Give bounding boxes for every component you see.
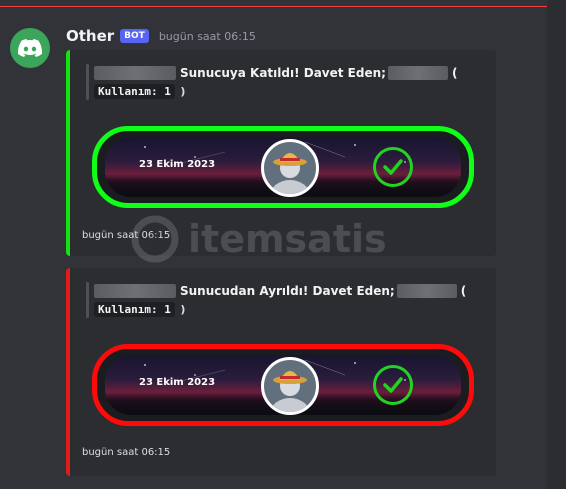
usage-code: Kullanım: 1 <box>94 84 175 99</box>
banner-date: 23 Ekim 2023 <box>139 377 216 388</box>
check-circle-icon <box>373 365 413 405</box>
welcome-banner[interactable]: 23 Ekim 2023 <box>92 126 474 208</box>
scrollbar-track[interactable] <box>547 0 566 489</box>
embed-footer: bugün saat 06:15 <box>82 230 171 241</box>
discord-logo-icon <box>18 39 42 57</box>
description-text: Sunucudan Ayrıldı! Davet Eden; <box>180 284 395 298</box>
profile-picture <box>261 139 319 197</box>
quote-bar <box>86 64 89 100</box>
embed-description: Sunucudan Ayrıldı! Davet Eden; ( <box>94 284 466 298</box>
bot-tag: BOT <box>120 29 149 43</box>
check-circle-icon <box>373 147 413 187</box>
paren-open: ( <box>460 284 467 298</box>
embed-description: Sunucuya Katıldı! Davet Eden; ( <box>94 66 457 80</box>
message-timestamp[interactable]: bugün saat 06:15 <box>159 30 256 43</box>
paren-open: ( <box>451 66 458 80</box>
profile-picture <box>261 357 319 415</box>
description-text: Sunucuya Katıldı! Davet Eden; <box>180 66 386 80</box>
strawhat-avatar-icon <box>270 153 310 194</box>
username[interactable]: Other <box>66 27 114 45</box>
redacted-member <box>94 66 176 80</box>
redacted-inviter <box>396 284 457 298</box>
embed-leave: Sunucudan Ayrıldı! Davet Eden; ( Kullanı… <box>66 268 496 476</box>
embed-join: Sunucuya Katıldı! Davet Eden; ( Kullanım… <box>66 50 496 256</box>
message-header: Other BOT bugün saat 06:15 <box>66 26 256 46</box>
quote-bar <box>86 282 89 318</box>
banner-background: 23 Ekim 2023 <box>105 355 461 415</box>
redacted-inviter <box>387 66 448 80</box>
embed-footer: bugün saat 06:15 <box>82 447 171 458</box>
farewell-banner[interactable]: 23 Ekim 2023 <box>92 344 474 426</box>
bot-avatar[interactable] <box>10 28 50 68</box>
banner-background: 23 Ekim 2023 <box>105 137 461 197</box>
new-messages-divider <box>0 6 566 7</box>
usage-code: Kullanım: 1 <box>94 302 175 317</box>
usage-line: Kullanım: 1 ) <box>94 302 186 317</box>
paren-close: ) <box>180 303 186 316</box>
banner-date: 23 Ekim 2023 <box>139 159 216 170</box>
strawhat-avatar-icon <box>270 371 310 412</box>
usage-line: Kullanım: 1 ) <box>94 84 186 99</box>
redacted-member <box>94 284 176 298</box>
paren-close: ) <box>180 85 186 98</box>
